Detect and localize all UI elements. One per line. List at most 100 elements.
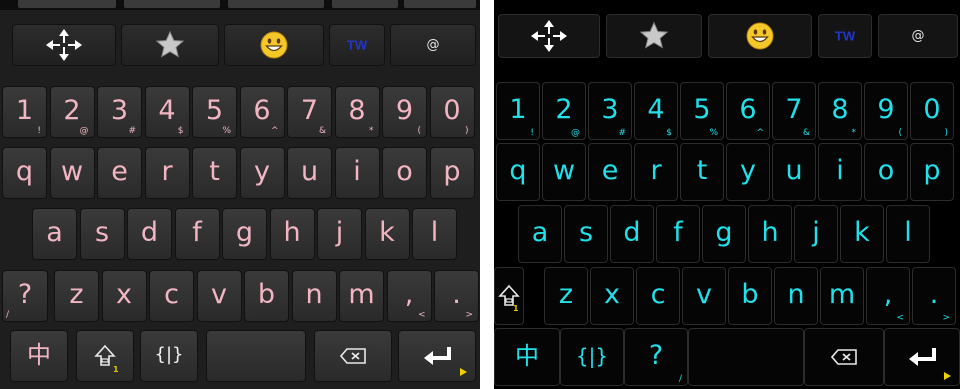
key-8[interactable]: 8 * [818,82,862,140]
emoji-button[interactable] [224,24,324,66]
key-r[interactable]: r [634,143,678,201]
key-m[interactable]: m [820,267,864,325]
key-k[interactable]: k [840,205,884,263]
key-u[interactable]: u [772,143,816,201]
key-c[interactable]: c [149,270,194,322]
key-n[interactable]: n [774,267,818,325]
key-f[interactable]: f [656,205,700,263]
space-key[interactable] [206,330,306,382]
key-comma[interactable]: , < [866,267,910,325]
key-o[interactable]: o [864,143,908,201]
braces-key[interactable]: {|} [140,330,198,382]
question-key[interactable]: ? / [624,328,688,386]
at-symbol-button[interactable]: @ [390,24,476,66]
key-4[interactable]: 4 $ [634,82,678,140]
key-i[interactable]: i [818,143,862,201]
space-key[interactable] [688,328,804,386]
favorites-button[interactable] [121,24,219,66]
key-s[interactable]: s [564,205,608,263]
enter-key[interactable] [884,328,960,386]
key-d[interactable]: d [127,208,172,260]
key-b[interactable]: b [244,270,289,322]
key-q[interactable]: q [2,147,47,199]
move-keyboard-button[interactable] [498,14,600,58]
chinese-input-key[interactable]: 中 [10,330,68,382]
move-keyboard-button[interactable] [12,24,116,66]
key-p[interactable]: p [429,147,475,199]
key-x[interactable]: x [590,267,634,325]
chinese-input-key[interactable]: 中 [494,328,560,386]
key-0[interactable]: 0) [429,86,475,138]
key-g[interactable]: g [702,205,746,263]
tw-input-button[interactable]: TW [818,14,872,58]
key-y[interactable]: y [726,143,770,201]
key-m[interactable]: m [339,270,384,322]
key-l[interactable]: l [886,205,930,263]
key-p[interactable]: p [910,143,954,201]
key-u[interactable]: u [287,147,332,199]
key-t[interactable]: t [680,143,724,201]
key-v[interactable]: v [196,270,242,322]
key-comma[interactable]: , < [386,270,432,322]
question-key[interactable]: ? / [2,270,48,322]
key-w[interactable]: w [542,143,586,201]
key-h[interactable]: h [269,208,315,260]
at-symbol-button[interactable]: @ [878,14,958,58]
key-d[interactable]: d [610,205,654,263]
key-9[interactable]: 9( [382,86,427,138]
key-7[interactable]: 7 & [772,82,816,140]
shift-key[interactable]: 1 [76,330,134,382]
key-e[interactable]: e [588,143,632,201]
key-w[interactable]: w [49,147,95,199]
backspace-key[interactable] [804,328,884,386]
key-k[interactable]: k [364,208,410,260]
key-s[interactable]: s [79,208,125,260]
key-9[interactable]: 9( [864,82,908,140]
key-z[interactable]: z [54,270,99,322]
key-0[interactable]: 0) [910,82,954,140]
tw-input-button[interactable]: TW [329,24,385,66]
key-a[interactable]: a [518,205,562,263]
key-1[interactable]: 1! [496,82,540,140]
key-6[interactable]: 6 ^ [726,82,770,140]
key-x[interactable]: x [101,270,147,322]
key-e[interactable]: e [97,147,142,199]
key-6[interactable]: 6 ^ [239,86,285,138]
key-j[interactable]: j [317,208,362,260]
key-n[interactable]: n [291,270,337,322]
key-3[interactable]: 3 # [97,86,142,138]
emoji-button[interactable] [708,14,812,58]
key-o[interactable]: o [382,147,427,199]
key-q[interactable]: q [496,143,540,201]
key-t[interactable]: t [192,147,237,199]
key-v[interactable]: v [682,267,726,325]
braces-key[interactable]: {|} [560,328,624,386]
key-5[interactable]: 5% [192,86,237,138]
key-period[interactable]: . > [912,267,956,325]
key-a[interactable]: a [32,208,77,260]
key-c[interactable]: c [636,267,680,325]
key-7[interactable]: 7 & [287,86,332,138]
key-j[interactable]: j [794,205,838,263]
key-2[interactable]: 2 @ [49,86,95,138]
key-g[interactable]: g [222,208,267,260]
enter-key[interactable] [398,330,476,382]
shift-key[interactable]: 1 [494,267,524,325]
key-period[interactable]: . > [434,270,479,322]
key-b[interactable]: b [728,267,772,325]
key-1[interactable]: 1! [2,86,47,138]
key-i[interactable]: i [334,147,380,199]
key-2[interactable]: 2 @ [542,82,586,140]
backspace-key[interactable] [314,330,392,382]
key-4[interactable]: 4 $ [144,86,190,138]
key-h[interactable]: h [748,205,792,263]
key-r[interactable]: r [144,147,190,199]
key-5[interactable]: 5% [680,82,724,140]
key-f[interactable]: f [174,208,220,260]
key-3[interactable]: 3 # [588,82,632,140]
key-z[interactable]: z [544,267,588,325]
key-8[interactable]: 8 * [334,86,380,138]
key-l[interactable]: l [412,208,457,260]
favorites-button[interactable] [606,14,702,58]
key-y[interactable]: y [239,147,285,199]
